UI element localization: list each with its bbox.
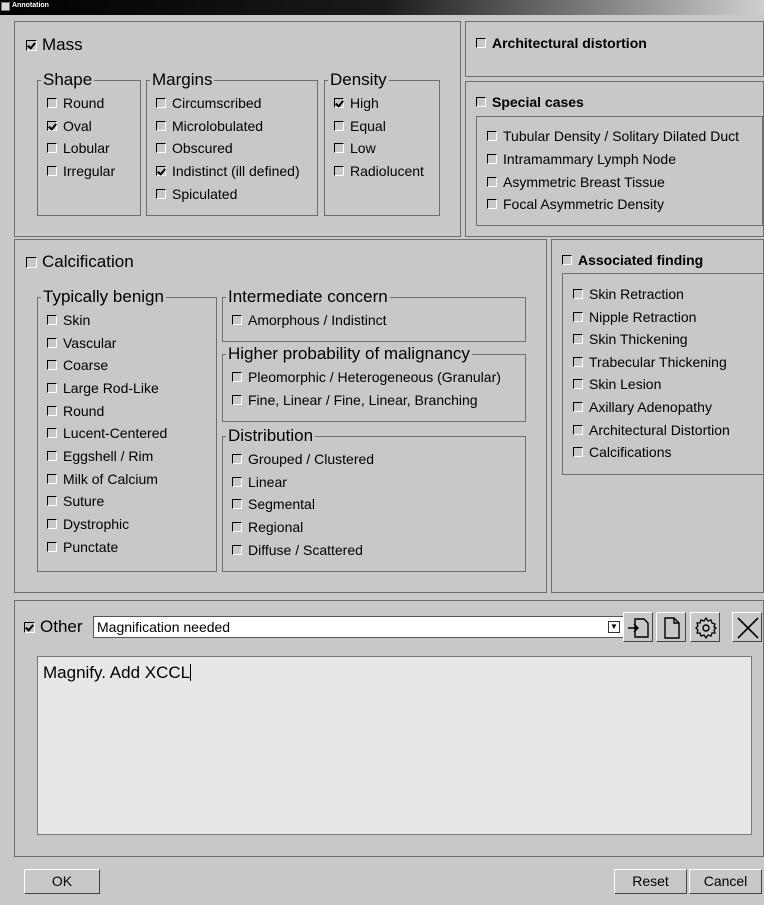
special-cases-panel: Special cases Tubular Density / Solitary… [465, 81, 764, 237]
intermediate-amorphous-checkbox[interactable]: Amorphous / Indistinct [232, 312, 387, 328]
shape-group: Shape Round Oval Lobular Irregular [37, 71, 141, 216]
checkbox-box [26, 39, 37, 51]
benign-milk-of-calcium-checkbox[interactable]: Milk of Calcium [47, 471, 158, 487]
margins-microlobulated-checkbox[interactable]: Microlobulated [156, 118, 263, 134]
distribution-group: Distribution Grouped / Clustered Linear … [222, 427, 526, 572]
benign-lucent-centered-checkbox[interactable]: Lucent-Centered [47, 425, 167, 441]
distribution-legend: Distribution [226, 426, 316, 445]
density-legend: Density [328, 70, 389, 89]
density-group: Density High Equal Low Radiolucent [324, 71, 440, 216]
shape-legend: Shape [41, 70, 95, 89]
distribution-diffuse-checkbox[interactable]: Diffuse / Scattered [232, 542, 363, 558]
benign-dystrophic-checkbox[interactable]: Dystrophic [47, 516, 129, 532]
architectural-distortion-checkbox[interactable]: Architectural distortion [476, 35, 647, 51]
reset-button[interactable]: Reset [614, 869, 687, 894]
benign-round-checkbox[interactable]: Round [47, 403, 104, 419]
higher-pleomorphic-checkbox[interactable]: Pleomorphic / Heterogeneous (Granular) [232, 369, 501, 385]
delete-button[interactable] [732, 612, 762, 642]
density-radiolucent-checkbox[interactable]: Radiolucent [334, 163, 424, 179]
assoc-axillary-adenopathy-checkbox[interactable]: Axillary Adenopathy [573, 399, 712, 415]
special-lymph-node-checkbox[interactable]: Intramammary Lymph Node [487, 151, 676, 167]
higher-probability-legend: Higher probability of malignancy [226, 344, 472, 363]
other-select-value: Magnification needed [97, 619, 231, 635]
shape-irregular-checkbox[interactable]: Irregular [47, 163, 115, 179]
special-cases-checkbox[interactable]: Special cases [476, 94, 584, 110]
special-tubular-checkbox[interactable]: Tubular Density / Solitary Dilated Duct [487, 128, 739, 144]
distribution-regional-checkbox[interactable]: Regional [232, 519, 303, 535]
margins-legend: Margins [150, 70, 215, 89]
settings-button[interactable] [690, 612, 720, 642]
mass-panel: Mass Shape Round Oval Lobular Irregular … [14, 21, 461, 237]
benign-coarse-checkbox[interactable]: Coarse [47, 357, 108, 373]
gear-icon [695, 616, 718, 640]
new-from-template-icon [628, 618, 649, 638]
benign-large-rod-like-checkbox[interactable]: Large Rod-Like [47, 380, 159, 396]
higher-probability-group: Higher probability of malignancy Pleomor… [222, 345, 526, 422]
distribution-linear-checkbox[interactable]: Linear [232, 474, 287, 490]
calcification-checkbox[interactable]: Calcification [26, 252, 134, 271]
associated-finding-panel: Associated finding Skin Retraction Nippl… [551, 239, 764, 593]
density-low-checkbox[interactable]: Low [334, 140, 376, 156]
intermediate-concern-legend: Intermediate concern [226, 287, 390, 306]
associated-finding-checkbox[interactable]: Associated finding [562, 252, 703, 268]
cancel-button[interactable]: Cancel [689, 869, 762, 894]
assoc-trabecular-thickening-checkbox[interactable]: Trabecular Thickening [573, 354, 727, 370]
margins-group: Margins Circumscribed Microlobulated Obs… [146, 71, 318, 216]
density-high-checkbox[interactable]: High [334, 95, 379, 111]
assoc-architectural-distortion-checkbox[interactable]: Architectural Distortion [573, 422, 730, 438]
notes-text: Magnify. Add XCCL [43, 663, 191, 682]
shape-round-checkbox[interactable]: Round [47, 95, 104, 111]
assoc-skin-retraction-checkbox[interactable]: Skin Retraction [573, 286, 684, 302]
shape-oval-checkbox[interactable]: Oval [47, 118, 92, 134]
benign-suture-checkbox[interactable]: Suture [47, 493, 104, 509]
architectural-distortion-panel: Architectural distortion [465, 21, 764, 77]
new-document-button[interactable] [656, 612, 686, 642]
special-asymmetric-tissue-checkbox[interactable]: Asymmetric Breast Tissue [487, 174, 665, 190]
distribution-segmental-checkbox[interactable]: Segmental [232, 496, 315, 512]
shape-lobular-checkbox[interactable]: Lobular [47, 140, 110, 156]
benign-eggshell-rim-checkbox[interactable]: Eggshell / Rim [47, 448, 153, 464]
window-icon [1, 2, 10, 11]
benign-vascular-checkbox[interactable]: Vascular [47, 335, 116, 351]
chevron-down-icon[interactable]: ▼ [608, 621, 620, 633]
title-bar: Annotation [0, 0, 764, 15]
special-cases-group: Tubular Density / Solitary Dilated Duct … [476, 116, 763, 226]
typically-benign-legend: Typically benign [41, 287, 166, 306]
higher-fine-linear-checkbox[interactable]: Fine, Linear / Fine, Linear, Branching [232, 392, 478, 408]
benign-skin-checkbox[interactable]: Skin [47, 312, 90, 328]
new-document-icon [664, 617, 680, 639]
density-equal-checkbox[interactable]: Equal [334, 118, 386, 134]
calcification-panel: Calcification Typically benign Skin Vasc… [14, 239, 547, 593]
other-select[interactable]: Magnification needed ▼ [93, 616, 624, 638]
margins-spiculated-checkbox[interactable]: Spiculated [156, 186, 237, 202]
typically-benign-group: Typically benign Skin Vascular Coarse La… [37, 288, 217, 572]
ok-button[interactable]: OK [24, 869, 100, 894]
mass-checkbox[interactable]: Mass [26, 35, 83, 54]
benign-punctate-checkbox[interactable]: Punctate [47, 539, 118, 555]
intermediate-concern-group: Intermediate concern Amorphous / Indisti… [222, 288, 526, 342]
mass-label: Mass [42, 35, 83, 54]
close-icon [737, 617, 759, 639]
margins-indistinct-checkbox[interactable]: Indistinct (ill defined) [156, 163, 300, 179]
margins-obscured-checkbox[interactable]: Obscured [156, 140, 233, 156]
assoc-nipple-retraction-checkbox[interactable]: Nipple Retraction [573, 309, 696, 325]
special-focal-density-checkbox[interactable]: Focal Asymmetric Density [487, 196, 664, 212]
distribution-grouped-checkbox[interactable]: Grouped / Clustered [232, 451, 374, 467]
assoc-calcifications-checkbox[interactable]: Calcifications [573, 444, 671, 460]
window-title: Annotation [12, 2, 49, 9]
text-caret [190, 664, 192, 681]
assoc-skin-lesion-checkbox[interactable]: Skin Lesion [573, 376, 661, 392]
new-from-template-button[interactable] [623, 612, 653, 642]
other-checkbox[interactable]: Other [24, 617, 83, 636]
notes-textarea[interactable]: Magnify. Add XCCL [37, 656, 752, 835]
margins-circumscribed-checkbox[interactable]: Circumscribed [156, 95, 261, 111]
assoc-skin-thickening-checkbox[interactable]: Skin Thickening [573, 331, 688, 347]
associated-finding-group: Skin Retraction Nipple Retraction Skin T… [562, 273, 764, 475]
